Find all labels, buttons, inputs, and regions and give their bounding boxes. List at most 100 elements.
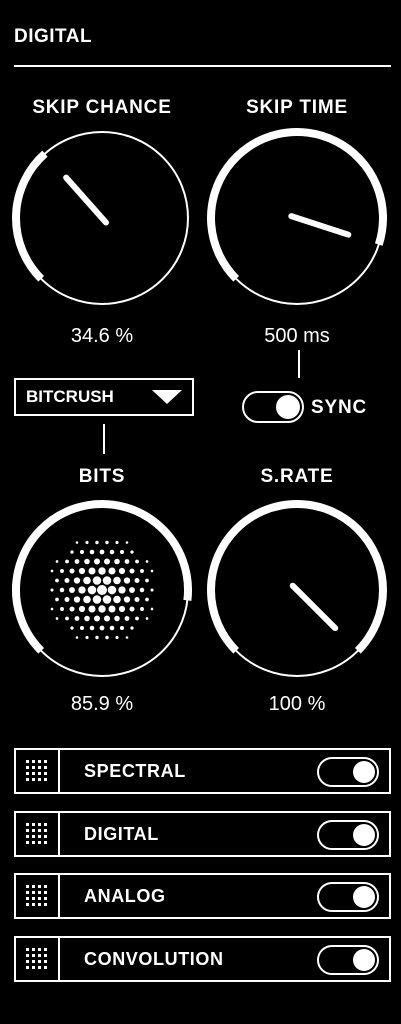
grip-dot: [38, 966, 41, 969]
module-row-analog: ANALOG: [14, 873, 391, 919]
halftone-dot: [99, 549, 105, 555]
module-name: SPECTRAL: [84, 761, 186, 781]
halftone-dot: [102, 576, 112, 585]
grip-dot: [26, 903, 29, 906]
grip-dot: [38, 778, 41, 781]
halftone-dot: [64, 577, 70, 584]
halftone-dot: [108, 605, 116, 613]
grip-dot: [32, 966, 35, 969]
halftone-dot: [69, 568, 75, 574]
halftone-dot: [75, 541, 79, 544]
grip-dot: [44, 948, 47, 951]
halftone-dot: [130, 626, 134, 630]
halftone-dot: [69, 606, 75, 612]
grip-dot: [38, 835, 41, 838]
halftone-dot: [84, 615, 90, 622]
halftone-dot: [88, 567, 96, 575]
halftone-dot: [74, 559, 80, 564]
halftone-dot: [134, 577, 140, 584]
sync-toggle[interactable]: [242, 391, 304, 423]
halftone-dot: [65, 616, 69, 621]
halftone-dot: [87, 585, 97, 595]
halftone-dot: [124, 559, 130, 564]
halftone-dot: [79, 549, 85, 555]
skip-chance-knob[interactable]: [12, 128, 192, 308]
halftone-dot: [114, 615, 120, 622]
halftone-dot: [73, 577, 81, 584]
halftone-dot: [109, 625, 115, 631]
module-row-digital: DIGITAL: [14, 811, 391, 857]
grip-dot: [38, 766, 41, 769]
halftone-dot: [89, 625, 95, 631]
module-toggle[interactable]: [317, 945, 379, 975]
grip-dot: [32, 954, 35, 957]
sync-toggle-thumb: [276, 395, 300, 419]
drag-handle[interactable]: [16, 875, 60, 917]
grip-dot: [26, 778, 29, 781]
halftone-dot: [95, 635, 99, 640]
halftone-dot: [78, 567, 86, 575]
halftone-dot: [55, 617, 59, 620]
drag-handle[interactable]: [16, 750, 60, 792]
module-row-convolution: CONVOLUTION: [14, 936, 391, 982]
module-toggle[interactable]: [317, 757, 379, 787]
bits-knob[interactable]: [12, 500, 192, 680]
grip-dot: [32, 841, 35, 844]
grip-dot: [32, 891, 35, 894]
halftone-dot: [103, 615, 111, 622]
mode-dropdown-value: BITCRUSH: [26, 387, 114, 406]
skip-time-knob[interactable]: [207, 128, 387, 308]
halftone-dot: [134, 596, 140, 603]
halftone-dot: [139, 587, 145, 593]
grip-dot: [44, 960, 47, 963]
grip-dot: [44, 891, 47, 894]
grip-dots-icon: [26, 823, 47, 844]
grip-dot: [38, 948, 41, 951]
halftone-dot: [97, 585, 107, 595]
grip-dots-icon: [26, 760, 47, 781]
halftone-dot: [55, 597, 59, 602]
grip-dot: [32, 903, 35, 906]
halftone-dot: [114, 558, 120, 565]
drag-handle[interactable]: [16, 813, 60, 855]
toggle-thumb: [353, 761, 375, 783]
mode-dropdown[interactable]: BITCRUSH: [14, 378, 194, 416]
halftone-dot: [55, 578, 59, 583]
halftone-dot: [145, 597, 149, 602]
grip-dot: [38, 760, 41, 763]
halftone-dot: [129, 606, 135, 612]
grip-dot: [44, 966, 47, 969]
halftone-dot: [95, 540, 99, 545]
sample-rate-knob[interactable]: [207, 500, 387, 680]
halftone-dot: [93, 558, 101, 565]
halftone-dot: [113, 576, 121, 585]
grip-dot: [32, 897, 35, 900]
grip-dot: [32, 823, 35, 826]
grip-dot: [26, 948, 29, 951]
grip-dot: [38, 954, 41, 957]
grip-dot: [26, 823, 29, 826]
halftone-dot: [85, 635, 89, 640]
halftone-dot: [83, 595, 91, 604]
halftone-dot: [60, 569, 64, 573]
halftone-dot: [79, 625, 85, 631]
halftone-dot: [129, 587, 135, 593]
grip-dot: [26, 897, 29, 900]
halftone-dot: [125, 541, 129, 544]
halftone-dot: [74, 616, 80, 621]
grip-dot: [44, 772, 47, 775]
halftone-dot: [130, 550, 134, 554]
grip-dot: [32, 835, 35, 838]
halftone-dot: [78, 586, 86, 594]
module-toggle[interactable]: [317, 820, 379, 850]
halftone-dot: [145, 617, 149, 620]
grip-dot: [44, 823, 47, 826]
module-name: ANALOG: [84, 886, 166, 906]
halftone-dot: [50, 607, 54, 611]
halftone-dot: [92, 576, 102, 585]
grip-dot: [44, 903, 47, 906]
module-toggle[interactable]: [317, 882, 379, 912]
toggle-thumb: [353, 886, 375, 908]
grip-dot: [38, 903, 41, 906]
drag-handle[interactable]: [16, 938, 60, 980]
